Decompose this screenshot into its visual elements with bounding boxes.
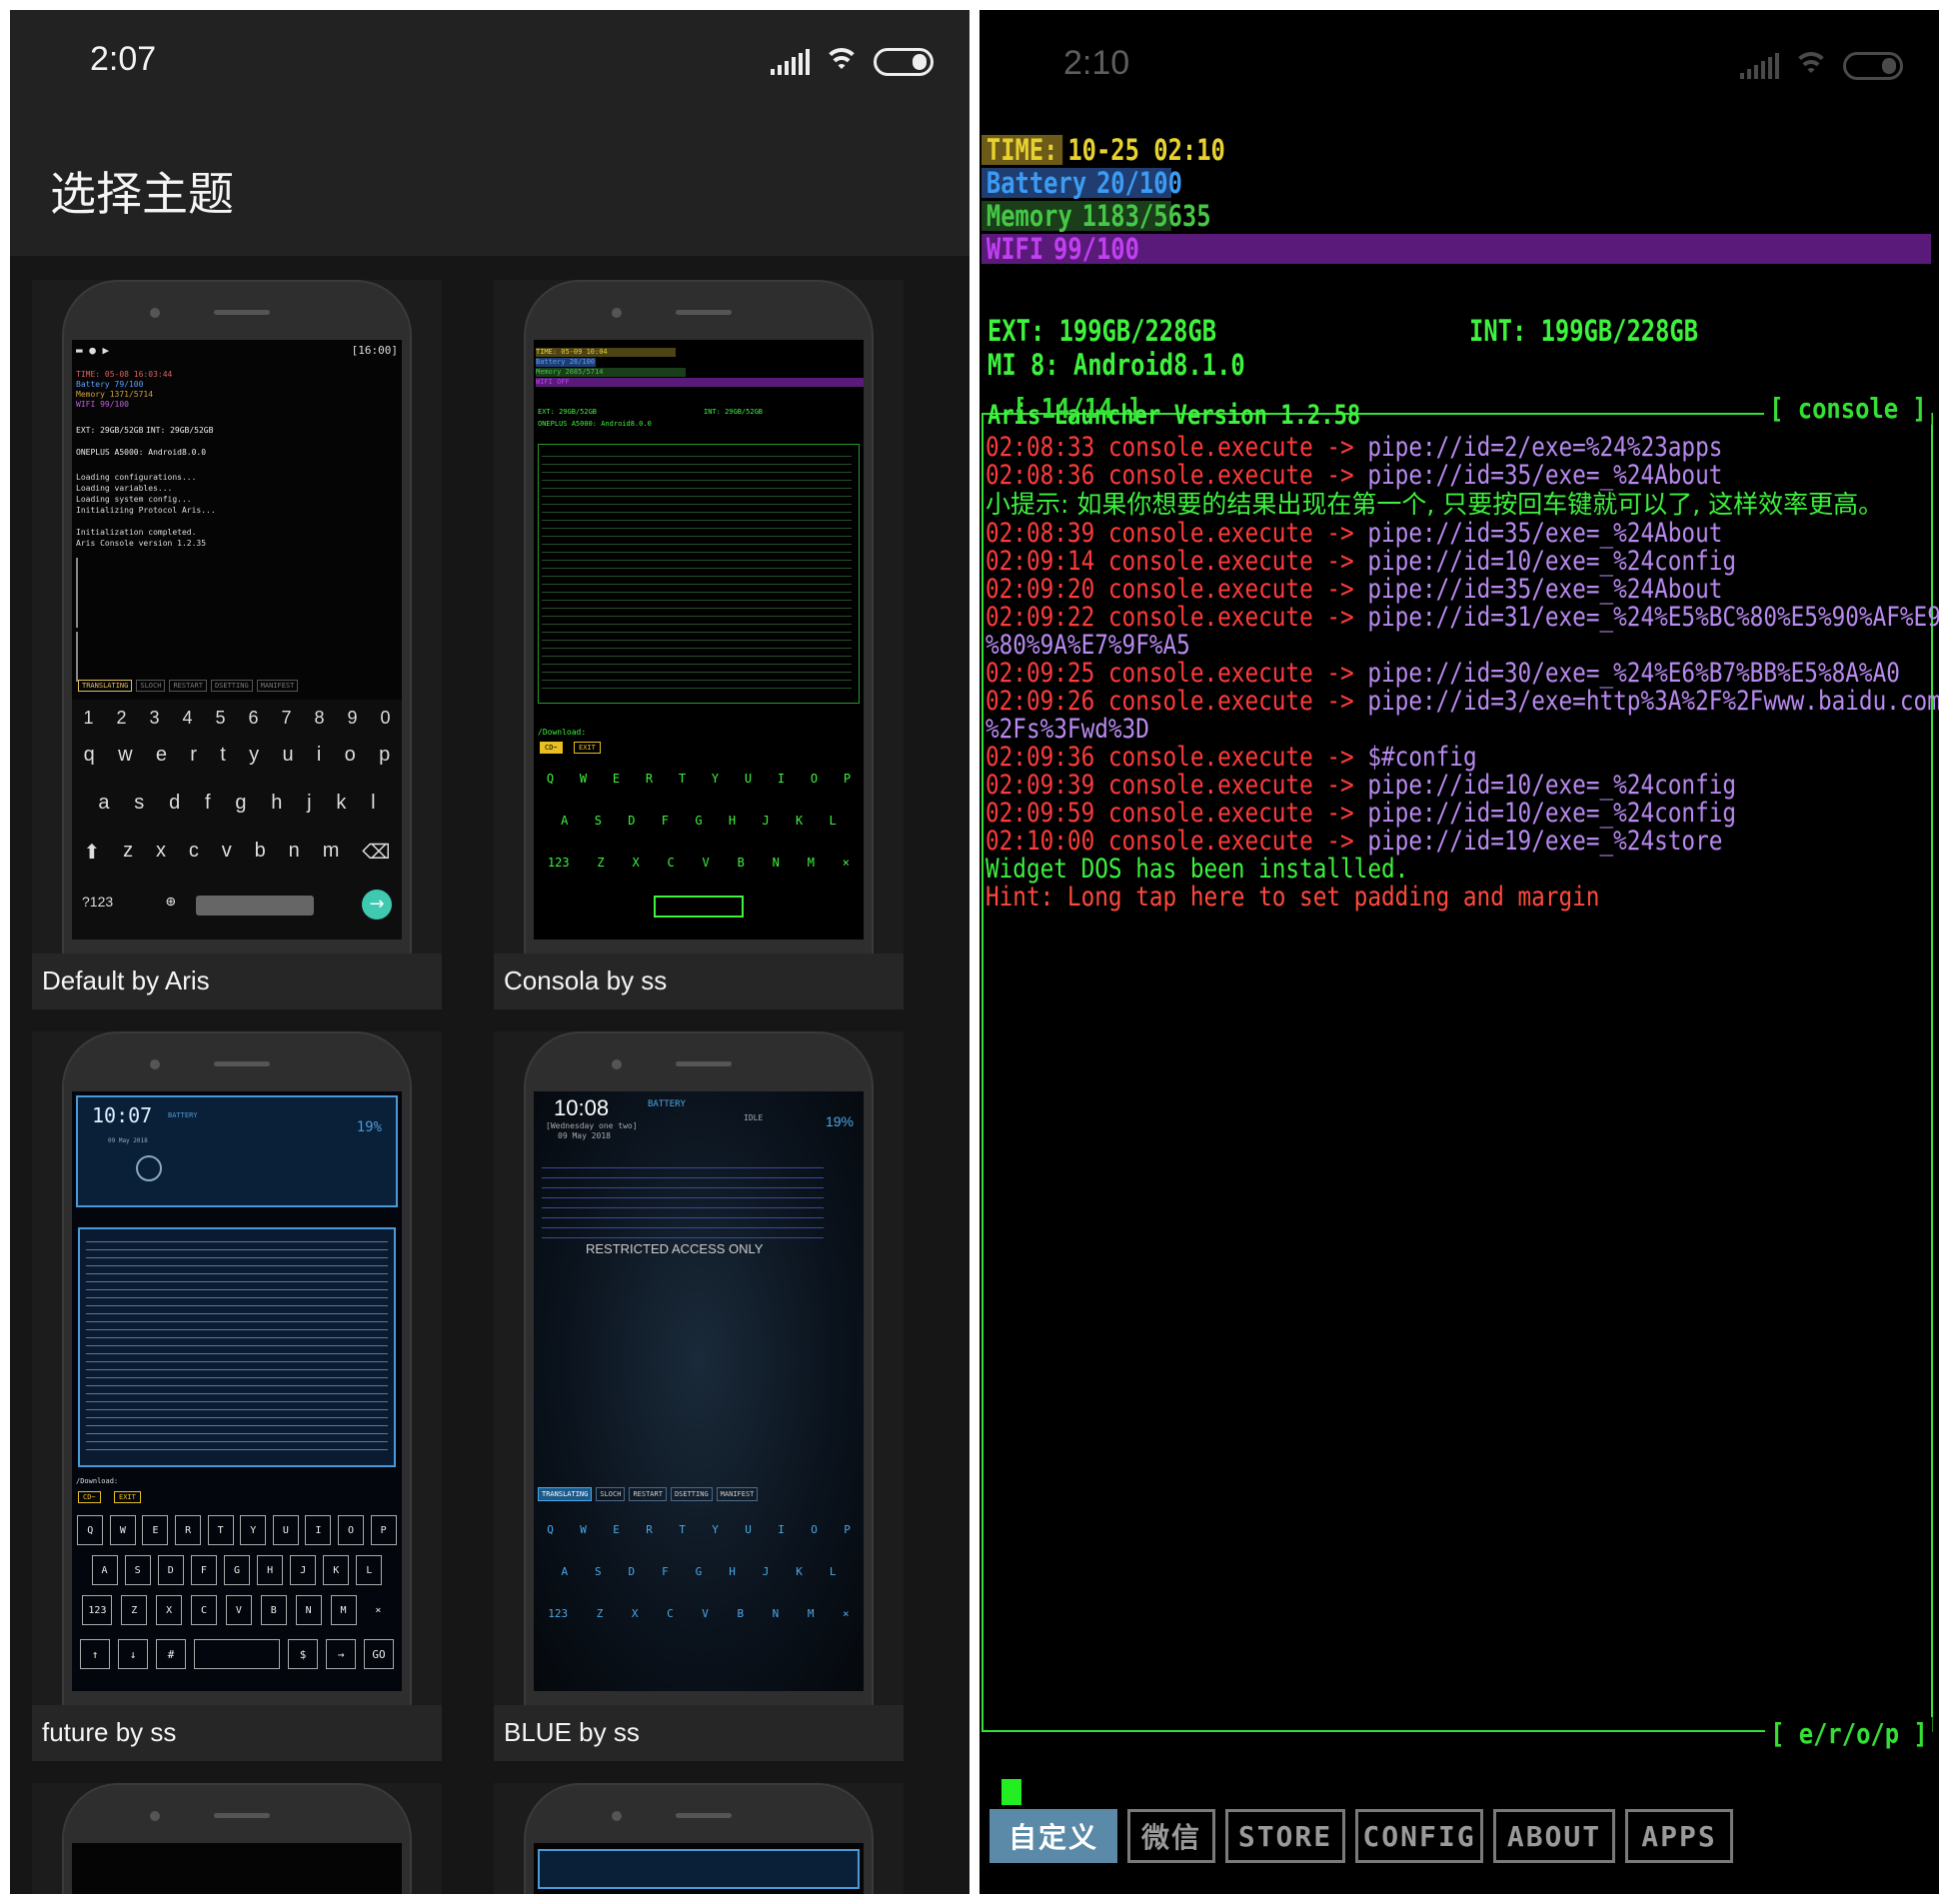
status-time: 2:10 xyxy=(1063,44,1130,82)
stat-time: TIME: 10-25 02:10 xyxy=(981,135,1230,165)
log-line-cont: %80%9A%E7%9F%A5 xyxy=(985,630,1190,661)
wifi-icon xyxy=(1793,52,1829,80)
preview-ext: EXT: 29GB/52GB xyxy=(76,426,144,435)
tab-apps[interactable]: APPS xyxy=(1625,1809,1733,1863)
shift-icon: ⬆ xyxy=(83,842,101,864)
log-line: 02:09:36 console.execute -> $#config xyxy=(985,742,1477,773)
theme-caption: Consola by ss xyxy=(504,965,668,995)
theme-caption: future by ss xyxy=(42,1717,177,1747)
theme-card-partial-5[interactable] xyxy=(32,1783,442,1894)
page-title: 选择主题 xyxy=(50,167,234,221)
preview-int: INT: 29GB/52GB xyxy=(146,426,214,435)
launcher-console-screen: 2:10 TIME: 10-25 02:10 Battery 20/100 Memo… xyxy=(979,10,1939,1894)
theme-preview: ▬ ● ▶ [16:00] TIME: 05-08 16:03:44 Batte… xyxy=(72,340,402,940)
stat-memory: Memory 1183/5635 xyxy=(981,201,1215,231)
theme-card-blue[interactable]: 10:08 BATTERY IDLE 19% [Wednesday one tw… xyxy=(494,1031,904,1761)
preview-device: ONEPLUS A5000: Android8.0.0 xyxy=(76,448,207,457)
console-log: 02:08:33 console.execute -> pipe://id=2/… xyxy=(985,432,1939,912)
widget-installed-msg: Widget DOS has been installled. xyxy=(985,854,1409,885)
preview-time: TIME: 05-08 16:03:44 xyxy=(76,370,173,379)
theme-picker-screen: 2:07 选择主题 ▬ ● ▶ [16:00] TIME: 05-08 16:0… xyxy=(10,10,970,1894)
signal-icon xyxy=(1740,53,1779,79)
tab-wechat[interactable]: 微信 xyxy=(1127,1809,1215,1863)
signal-icon xyxy=(771,49,810,75)
log-line: 02:09:20 console.execute -> pipe://id=35… xyxy=(985,574,1723,605)
log-line: 02:09:22 console.execute -> pipe://id=31… xyxy=(985,602,1939,633)
log-line: 02:09:59 console.execute -> pipe://id=10… xyxy=(985,798,1737,829)
theme-card-consola[interactable]: TIME: 05-09 10:04 Battery 28/100 Memory … xyxy=(494,280,904,1009)
log-line: 02:10:00 console.execute -> pipe://id=19… xyxy=(985,826,1723,857)
spacebar xyxy=(196,896,314,916)
output-tag[interactable]: [ e/r/o/p ] xyxy=(1765,1717,1933,1750)
stat-battery: Battery 20/100 xyxy=(981,168,1187,198)
theme-preview: TIME: 05-09 10:04 Battery 28/100 Memory … xyxy=(534,340,864,940)
backspace-icon: ⌫ xyxy=(362,842,391,864)
enter-icon: → xyxy=(362,890,392,920)
preview-memory: Memory 1371/5714 xyxy=(76,390,154,399)
globe-icon: ⊕ xyxy=(166,892,176,911)
input-cursor[interactable] xyxy=(1001,1779,1021,1805)
log-line: 02:09:39 console.execute -> pipe://id=10… xyxy=(985,770,1737,801)
battery-icon xyxy=(1843,52,1903,80)
preview-battery: Battery 79/100 xyxy=(76,380,144,389)
theme-caption: Default by Aris xyxy=(42,965,210,995)
tab-custom[interactable]: 自定义 xyxy=(989,1809,1117,1863)
log-line: 02:09:26 console.execute -> pipe://id=3/… xyxy=(985,686,1939,717)
theme-card-future[interactable]: 10:07 BATTERY 19% 09 May 2018 /Download:… xyxy=(32,1031,442,1761)
bottom-tabs: 自定义 微信 STORE CONFIG ABOUT APPS xyxy=(989,1809,1733,1863)
log-line: 02:08:33 console.execute -> pipe://id=2/… xyxy=(985,432,1723,463)
preview-wifi: WIFI 99/100 xyxy=(76,400,129,409)
preview-keyboard: 1234567890 qwertyuiop asdfghjkl ⬆ z x c v b n m… xyxy=(72,700,402,940)
preview-boot-log: Loading configurations... Loading variabl… xyxy=(76,473,216,548)
log-line: 02:09:14 console.execute -> pipe://id=10… xyxy=(985,546,1737,577)
log-line-cont: %2Fs%3Fwd%3D xyxy=(985,714,1149,745)
tip-text: 小提示: 如果你想要的结果出现在第一个, 只要按回车键就可以了, 这样效率更高。 xyxy=(985,490,1884,519)
status-bar: 2:07 xyxy=(10,10,970,120)
tab-config[interactable]: CONFIG xyxy=(1355,1809,1483,1863)
status-time: 2:07 xyxy=(90,40,157,78)
theme-caption: BLUE by ss xyxy=(504,1717,640,1747)
storage-int: INT: 199GB/228GB xyxy=(1469,314,1699,348)
tab-store[interactable]: STORE xyxy=(1225,1809,1345,1863)
preview-status: [16:00] xyxy=(351,344,398,357)
log-line: 02:08:39 console.execute -> pipe://id=35… xyxy=(985,518,1723,549)
app-count-tag: [ 14/14 ] xyxy=(1012,392,1142,425)
storage-ext: EXT: 199GB/228GB xyxy=(987,314,1217,348)
theme-preview: 10:07 BATTERY 19% 09 May 2018 /Download:… xyxy=(72,1091,402,1691)
device-info: MI 8: Android8.1.0 xyxy=(987,348,1245,382)
theme-card-default[interactable]: ▬ ● ▶ [16:00] TIME: 05-08 16:03:44 Batte… xyxy=(32,280,442,1009)
tab-about[interactable]: ABOUT xyxy=(1493,1809,1615,1863)
stat-wifi: WIFI 99/100 xyxy=(981,234,1144,264)
console-tag: [ console ] xyxy=(1764,392,1932,425)
battery-icon xyxy=(874,48,934,76)
theme-preview: 10:08 BATTERY IDLE 19% [Wednesday one tw… xyxy=(534,1091,864,1691)
preview-toolbar: TRANSLATING SLOCH RESTART DSETTING MANIF… xyxy=(78,680,299,692)
hint-msg[interactable]: Hint: Long tap here to set padding and m… xyxy=(985,884,1776,912)
log-line: 02:09:25 console.execute -> pipe://id=30… xyxy=(985,658,1900,689)
log-line: 02:08:36 console.execute -> pipe://id=35… xyxy=(985,460,1723,491)
theme-card-partial-6[interactable] xyxy=(494,1783,904,1894)
wifi-icon xyxy=(824,48,860,76)
